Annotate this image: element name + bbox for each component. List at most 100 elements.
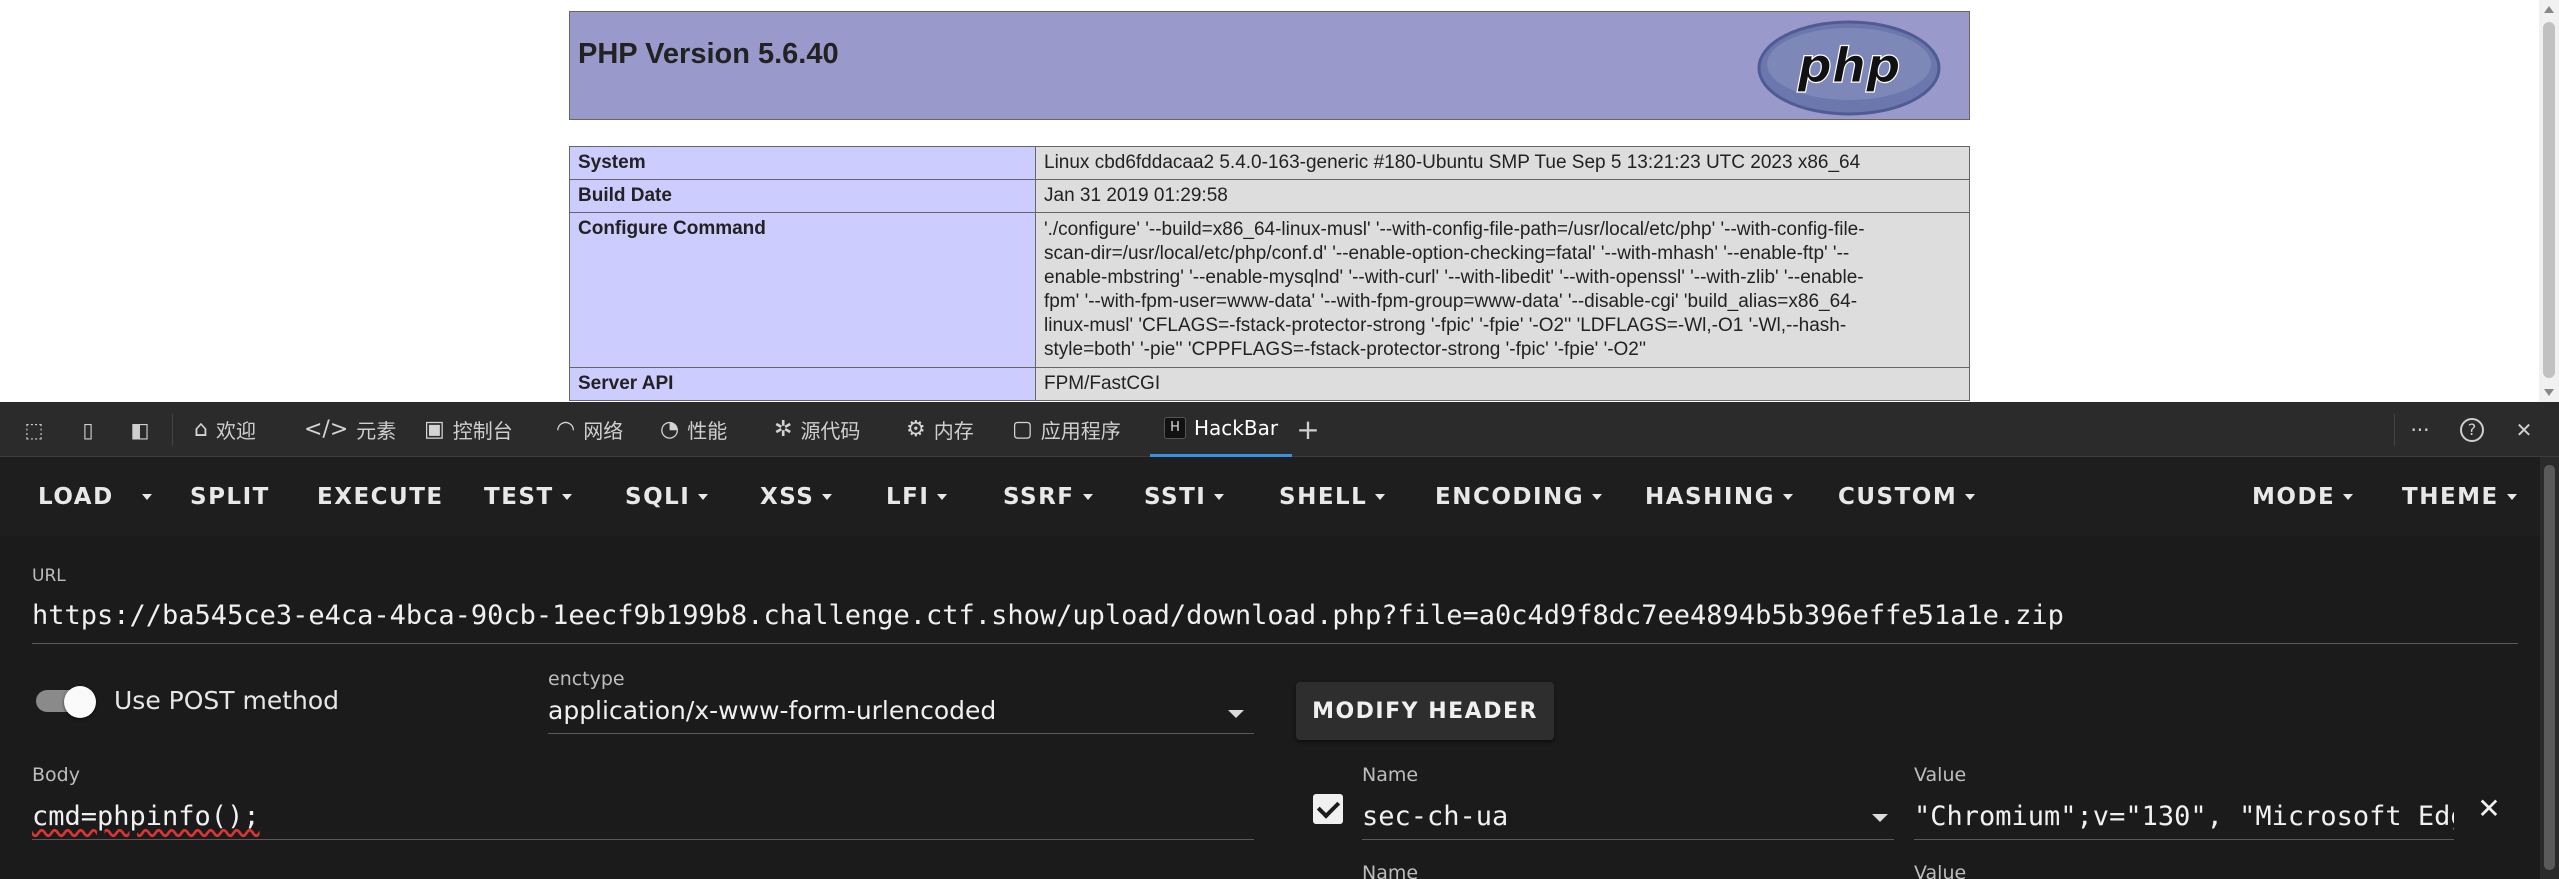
menu-label: TEST — [484, 483, 554, 510]
tab-performance[interactable]: ◔ 性能 — [660, 402, 727, 457]
scroll-up-icon[interactable] — [2544, 6, 2554, 13]
scrollbar-thumb[interactable] — [2544, 465, 2555, 870]
execute-button[interactable]: EXECUTE — [317, 457, 444, 536]
remove-header-icon[interactable]: ✕ — [2474, 794, 2504, 824]
ssti-menu[interactable]: SSTI — [1144, 457, 1225, 536]
tab-network[interactable]: ◠ 网络 — [556, 402, 623, 457]
xss-menu[interactable]: XSS — [760, 457, 833, 536]
chevron-down-icon — [2506, 493, 2517, 500]
inspect-element-icon[interactable]: ⬚ — [22, 418, 46, 442]
chevron-down-icon[interactable] — [1228, 710, 1244, 718]
body-underline — [32, 839, 1254, 840]
header-name-input[interactable]: sec-ch-ua — [1362, 801, 1508, 832]
chevron-down-icon[interactable] — [1872, 814, 1888, 822]
tab-label: 应用程序 — [1040, 419, 1121, 443]
shell-menu[interactable]: SHELL — [1279, 457, 1386, 536]
tab-label: 欢迎 — [215, 419, 256, 443]
header-name-label: Name — [1362, 764, 1419, 786]
tab-label: 性能 — [687, 419, 728, 443]
header-name-label: Name — [1362, 862, 1419, 879]
tab-label: 源代码 — [800, 419, 861, 443]
mode-menu[interactable]: MODE — [2252, 457, 2354, 536]
scroll-down-icon[interactable] — [2544, 389, 2554, 396]
device-emulation-icon[interactable]: ▯ — [76, 418, 100, 442]
configure-line: enable-mbstring' '--enable-mysqlnd' '--w… — [1044, 267, 1864, 288]
custom-menu[interactable]: CUSTOM — [1838, 457, 1976, 536]
url-input[interactable]: https://ba545ce3-e4ca-4bca-90cb-1eecf9b1… — [32, 600, 2064, 631]
menu-label: SSTI — [1144, 483, 1207, 510]
chevron-down-icon — [561, 493, 572, 500]
more-options-icon[interactable]: ··· — [2408, 418, 2432, 442]
tab-label: 内存 — [933, 419, 974, 443]
tab-memory[interactable]: ⚙ 内存 — [906, 402, 974, 457]
row-value: FPM/FastCGI — [1035, 367, 1970, 401]
header-value-input[interactable]: "Chromium";v="130", "Microsoft Edg — [1914, 801, 2454, 832]
chevron-down-icon — [698, 493, 709, 500]
body-label: Body — [32, 764, 80, 786]
tab-elements[interactable]: </> 元素 — [304, 402, 396, 457]
load-dropdown-button[interactable] — [134, 457, 152, 536]
body-input[interactable]: cmd=phpinfo(); — [32, 801, 260, 832]
header-enabled-checkbox[interactable] — [1313, 794, 1343, 824]
load-button[interactable]: LOAD — [38, 457, 114, 536]
chevron-down-icon — [1214, 493, 1225, 500]
tab-application[interactable]: ▢ 应用程序 — [1012, 402, 1121, 457]
php-version-title: PHP Version 5.6.40 — [578, 38, 839, 70]
url-label: URL — [32, 566, 66, 586]
page-scrollbar[interactable] — [2539, 0, 2559, 402]
tab-hackbar[interactable]: H HackBar — [1150, 402, 1293, 457]
encoding-menu[interactable]: ENCODING — [1435, 457, 1603, 536]
row-key: Configure Command — [569, 212, 1036, 368]
ssrf-menu[interactable]: SSRF — [1003, 457, 1093, 536]
row-key: System — [569, 146, 1036, 180]
lfi-menu[interactable]: LFI — [886, 457, 948, 536]
post-method-label: Use POST method — [114, 686, 340, 715]
configure-line: linux-musl' 'CFLAGS=-fstack-protector-st… — [1044, 315, 1847, 336]
menu-label: HASHING — [1645, 483, 1776, 510]
theme-menu[interactable]: THEME — [2402, 457, 2517, 536]
enctype-select[interactable]: application/x-www-form-urlencoded — [548, 696, 996, 725]
row-value: './configure' '--build=x86_64-linux-musl… — [1035, 212, 1970, 368]
header-value-label: Value — [1914, 862, 1967, 879]
test-menu[interactable]: TEST — [484, 457, 572, 536]
hackbar-scrollbar[interactable] — [2540, 457, 2559, 879]
menu-label: CUSTOM — [1838, 483, 1958, 510]
memory-icon: ⚙ — [906, 417, 926, 442]
header-name-underline — [1362, 839, 1894, 840]
modify-header-button[interactable]: MODIFY HEADER — [1296, 682, 1554, 740]
split-button[interactable]: SPLIT — [190, 457, 270, 536]
url-underline — [32, 643, 2518, 644]
scrollbar-thumb[interactable] — [2543, 22, 2555, 378]
enctype-underline — [548, 733, 1254, 734]
home-icon: ⌂ — [194, 417, 208, 442]
page-viewport: PHP Version 5.6.40 php System Linux cbd6… — [0, 0, 2559, 402]
help-icon[interactable]: ? — [2460, 418, 2484, 442]
configure-line: scan-dir=/usr/local/etc/php/conf.d' '--e… — [1044, 243, 1850, 264]
menu-label: SQLI — [625, 483, 691, 510]
menu-label: LFI — [886, 483, 930, 510]
chevron-down-icon — [142, 493, 152, 500]
sqli-menu[interactable]: SQLI — [625, 457, 709, 536]
menu-label: ENCODING — [1435, 483, 1585, 510]
tab-console[interactable]: ▣ 控制台 — [424, 402, 513, 457]
add-tab-icon[interactable]: + — [1296, 416, 1320, 444]
tab-welcome[interactable]: ⌂ 欢迎 — [194, 402, 256, 457]
dock-sidebar-icon[interactable]: ◧ — [128, 418, 152, 442]
table-row: Build Date Jan 31 2019 01:29:58 — [569, 179, 1970, 213]
wifi-icon: ◠ — [556, 417, 576, 442]
phpinfo-table: System Linux cbd6fddacaa2 5.4.0-163-gene… — [569, 146, 1970, 401]
tab-sources[interactable]: ✲ 源代码 — [774, 402, 860, 457]
hashing-menu[interactable]: HASHING — [1645, 457, 1794, 536]
post-method-toggle[interactable] — [36, 686, 98, 718]
chevron-down-icon — [2343, 493, 2354, 500]
close-devtools-icon[interactable]: ✕ — [2512, 418, 2536, 442]
hackbar-menu: LOAD SPLIT EXECUTE TEST SQLI XSS LFI SSR… — [0, 457, 2540, 536]
configure-line: fpm' '--with-fpm-user=www-data' '--with-… — [1044, 291, 1858, 312]
devtools-tab-bar: ⬚ ▯ ◧ ⌂ 欢迎 </> 元素 ▣ 控制台 ◠ 网络 ◔ 性能 ✲ 源代码 … — [0, 402, 2559, 457]
php-version-banner: PHP Version 5.6.40 php — [569, 11, 1970, 120]
devtools-panel: ⬚ ▯ ◧ ⌂ 欢迎 </> 元素 ▣ 控制台 ◠ 网络 ◔ 性能 ✲ 源代码 … — [0, 402, 2559, 879]
tab-label: HackBar — [1194, 416, 1279, 440]
enctype-label: enctype — [548, 668, 625, 690]
row-key: Server API — [569, 367, 1036, 401]
tab-label: 网络 — [583, 419, 624, 443]
